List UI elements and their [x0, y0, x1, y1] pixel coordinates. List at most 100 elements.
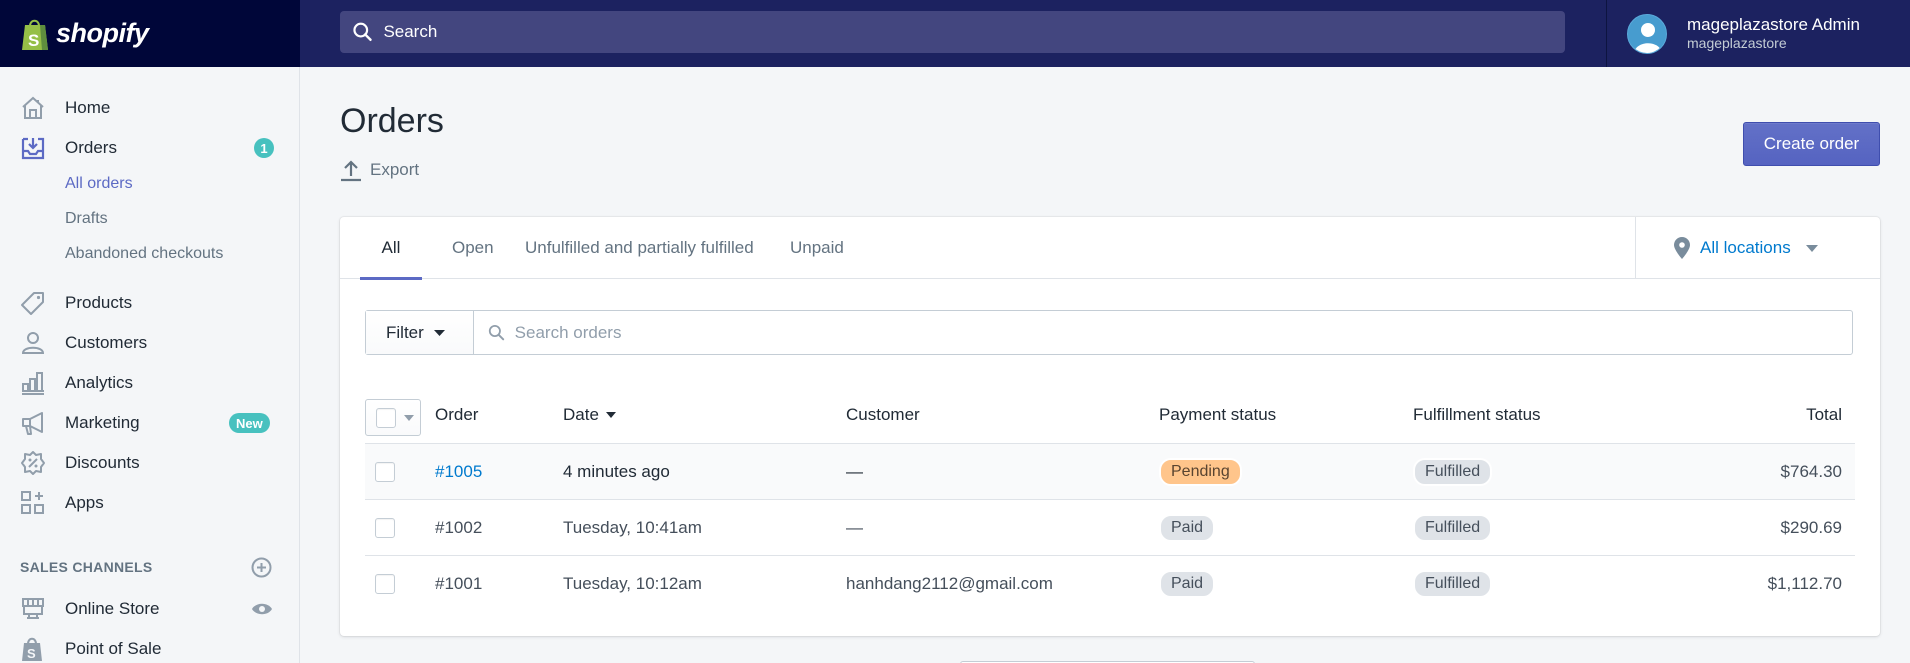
location-pin-icon: [1674, 237, 1690, 259]
create-order-button[interactable]: Create order: [1743, 122, 1880, 166]
order-customer: —: [846, 462, 863, 481]
home-icon: [20, 95, 46, 121]
fulfillment-status-badge: Fulfilled: [1413, 458, 1493, 486]
shopify-bag-icon: S: [22, 19, 48, 50]
brand-name: shopify: [56, 18, 149, 48]
user-menu[interactable]: mageplazastore Admin mageplazastore: [1606, 0, 1910, 67]
store-name: mageplazastore: [1687, 35, 1787, 51]
sidebar-item-online-store[interactable]: Online Store: [0, 591, 299, 627]
order-date: Tuesday, 10:12am: [563, 574, 702, 593]
caret-down-icon: [433, 329, 445, 336]
new-badge: New: [229, 413, 270, 433]
column-date[interactable]: Date: [563, 387, 616, 443]
sidebar-item-label: Home: [65, 98, 111, 117]
eye-icon[interactable]: [251, 602, 273, 616]
global-search[interactable]: [340, 11, 1565, 53]
store-icon: [20, 596, 46, 622]
tab-all[interactable]: All: [360, 217, 422, 280]
order-number[interactable]: #1002: [435, 500, 482, 556]
tab-unfulfilled[interactable]: Unfulfilled and partially fulfilled: [525, 217, 754, 279]
user-icon: [1634, 22, 1662, 53]
filter-button[interactable]: Filter: [366, 311, 474, 354]
bar-chart-icon: [20, 370, 46, 396]
table-row[interactable]: #1001 Tuesday, 10:12am hanhdang2112@gmai…: [365, 555, 1855, 611]
top-bar: S shopify mageplazastore Admin mageplaza…: [0, 0, 1910, 67]
order-total: $290.69: [1780, 518, 1842, 537]
sidebar-item-label: Orders: [65, 138, 117, 157]
order-total: $1,112.70: [1767, 574, 1842, 593]
orders-card: All Open Unfulfilled and partially fulfi…: [340, 217, 1880, 636]
order-number[interactable]: #1001: [435, 556, 482, 612]
sidebar-item-label: Apps: [65, 493, 104, 512]
order-number[interactable]: #1005: [435, 444, 482, 500]
order-customer: hanhdang2112@gmail.com: [846, 574, 1053, 593]
payment-status-badge: Paid: [1159, 514, 1216, 542]
sidebar-item-products[interactable]: Products: [0, 285, 299, 321]
global-search-input[interactable]: [383, 22, 1565, 42]
column-total[interactable]: Total: [1806, 387, 1842, 443]
megaphone-icon: [20, 410, 46, 436]
table-row[interactable]: #1002 Tuesday, 10:41am — Paid Fulfilled …: [365, 499, 1855, 555]
page-title: Orders: [340, 102, 444, 140]
fulfillment-status-badge: Fulfilled: [1413, 514, 1493, 542]
column-order[interactable]: Order: [435, 387, 478, 443]
column-customer[interactable]: Customer: [846, 387, 920, 443]
search-orders-input[interactable]: [514, 322, 1852, 343]
sidebar-item-customers[interactable]: Customers: [0, 325, 299, 361]
export-button[interactable]: Export: [340, 158, 419, 182]
apps-icon: [20, 490, 46, 516]
search-icon: [353, 22, 372, 42]
add-sales-channel-icon[interactable]: [251, 557, 272, 578]
row-checkbox[interactable]: [375, 462, 395, 482]
sidebar-item-home[interactable]: Home: [0, 90, 299, 126]
sidebar-item-apps[interactable]: Apps: [0, 485, 299, 521]
tab-unpaid[interactable]: Unpaid: [790, 217, 844, 279]
order-date: 4 minutes ago: [563, 462, 670, 481]
sidebar-item-label: Marketing: [65, 413, 140, 432]
sidebar-item-label: Discounts: [65, 453, 140, 472]
sidebar-item-label: Analytics: [65, 373, 134, 392]
location-filter[interactable]: All locations: [1635, 217, 1880, 279]
column-fulfillment-status[interactable]: Fulfillment status: [1413, 387, 1541, 443]
column-payment-status[interactable]: Payment status: [1159, 387, 1276, 443]
tab-open[interactable]: Open: [452, 217, 494, 279]
sidebar-item-discounts[interactable]: Discounts: [0, 445, 299, 481]
row-checkbox[interactable]: [375, 574, 395, 594]
row-checkbox[interactable]: [375, 518, 395, 538]
sidebar-item-marketing[interactable]: Marketing New: [0, 405, 299, 441]
export-label: Export: [370, 160, 420, 179]
sidebar-item-label: Point of Sale: [65, 639, 162, 658]
payment-status-badge: Paid: [1159, 570, 1216, 598]
fulfillment-status-badge: Fulfilled: [1413, 570, 1493, 598]
shopify-logo[interactable]: S shopify: [0, 0, 300, 67]
bulk-select-checkbox[interactable]: [365, 399, 421, 436]
sidebar: Home Orders 1 All orders Drafts Abandone…: [0, 67, 300, 663]
sidebar-item-label: Customers: [65, 333, 148, 352]
filter-bar: Filter: [365, 310, 1853, 355]
sales-channels-heading: SALES CHANNELS: [20, 559, 153, 575]
sort-desc-icon: [605, 412, 616, 418]
payment-status-badge: Pending: [1159, 458, 1242, 486]
sidebar-subitem-abandoned-checkouts[interactable]: Abandoned checkouts: [65, 245, 223, 263]
sidebar-subitem-all-orders[interactable]: All orders: [65, 175, 133, 193]
sidebar-item-analytics[interactable]: Analytics: [0, 365, 299, 401]
svg-text:S: S: [27, 646, 36, 661]
search-orders-field[interactable]: [474, 311, 1852, 354]
discount-icon: [20, 450, 46, 476]
select-all-checkbox[interactable]: [376, 407, 396, 428]
caret-down-icon: [404, 414, 414, 421]
orders-table: Order Date Customer Payment status Fulfi…: [365, 387, 1855, 611]
avatar: [1627, 13, 1667, 54]
search-icon: [488, 325, 505, 341]
sidebar-item-orders[interactable]: Orders 1: [0, 130, 299, 166]
table-row[interactable]: #1005 4 minutes ago — Pending Fulfilled …: [365, 443, 1855, 499]
location-filter-label: All locations: [1700, 238, 1791, 257]
sidebar-item-label: Online Store: [65, 599, 160, 618]
sidebar-item-point-of-sale[interactable]: S Point of Sale: [0, 631, 299, 663]
order-total: $764.30: [1780, 462, 1842, 481]
orders-count-badge: 1: [254, 138, 274, 158]
tag-icon: [20, 290, 46, 316]
orders-icon: [20, 135, 46, 161]
order-customer: —: [846, 518, 863, 537]
sidebar-subitem-drafts[interactable]: Drafts: [65, 210, 108, 228]
